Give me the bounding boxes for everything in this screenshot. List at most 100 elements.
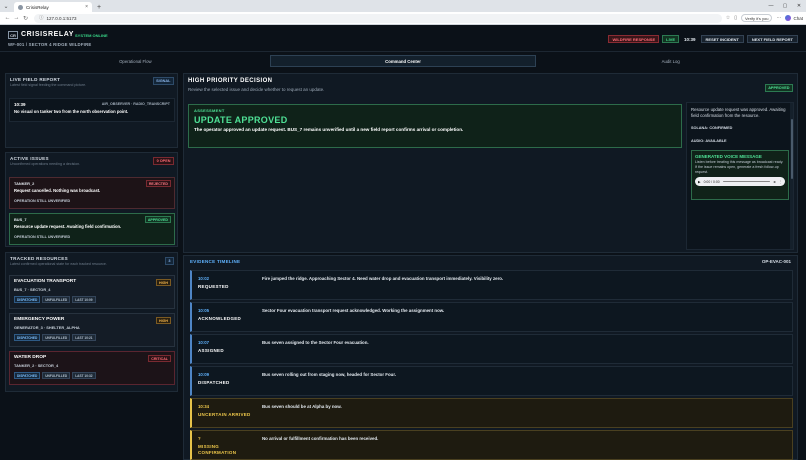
sidebar-icon[interactable]: ▯	[734, 15, 737, 21]
event-time: 10:07	[198, 340, 209, 345]
new-tab-icon[interactable]: +	[94, 2, 104, 12]
event-time: 10:34	[198, 404, 209, 409]
wildfire-badge: WILDFIRE RESPONSE	[608, 35, 660, 43]
favicon-icon	[18, 4, 23, 10]
resource-name: EVACUATION TRANSPORT	[14, 279, 77, 284]
minimize-icon[interactable]: —	[764, 0, 778, 12]
verify-label: Verify it's you	[745, 15, 769, 21]
player-menu-icon[interactable]: ⋮	[779, 180, 782, 184]
site-info-icon[interactable]: ⓘ	[39, 15, 44, 21]
detail-scrollbar[interactable]	[790, 103, 793, 249]
priority-badge: HIGH	[156, 279, 171, 286]
resource-card-power[interactable]: EMERGENCY POWER HIGH GENERATOR_3 · SHELT…	[9, 313, 175, 347]
tab-audit-log[interactable]: Audit Log	[538, 55, 803, 67]
timeline-event[interactable]: 10:09 DISPATCHED Bus seven rolling out fro…	[190, 366, 793, 396]
browser-tabstrip: ⌄ CrisisRelay × + — ▢ ✕	[0, 0, 806, 12]
reset-incident-button[interactable]: RESET INCIDENT	[700, 35, 744, 43]
issue-card-bus-7[interactable]: BUS_7 APPROVED Resource update request. …	[9, 213, 175, 245]
back-icon[interactable]: ←	[3, 15, 12, 21]
clock: 10:39	[684, 36, 696, 42]
decision-title: HIGH PRIORITY DECISION	[188, 78, 273, 84]
audio-progress-slider[interactable]	[722, 180, 771, 183]
tag-last: LAST 10:21	[72, 334, 96, 341]
event-time: 10:02	[198, 276, 209, 281]
volume-icon[interactable]: 🔊︎	[773, 180, 775, 184]
tag-dispatched: DISPATCHED	[14, 296, 41, 303]
resource-tags: DISPATCHED UNFULFILLED LAST 10:21	[14, 334, 170, 341]
tag-unfulfilled: UNFULFILLED	[42, 296, 71, 303]
tracked-resources-panel: TRACKED RESOURCES Latest confirmed opera…	[5, 252, 178, 392]
signal-badge: SIGNAL	[152, 77, 174, 85]
play-icon[interactable]: ▶	[698, 180, 701, 184]
timeline-title: EVIDENCE TIMELINE	[190, 259, 241, 264]
close-window-icon[interactable]: ✕	[792, 0, 806, 12]
event-text: Sector Four evacuation transport request…	[262, 308, 445, 313]
issue-footer: OPERATION STILL UNVERIFIED	[14, 199, 71, 203]
close-tab-icon[interactable]: ×	[85, 4, 88, 10]
browser-tab-title: CrisisRelay	[26, 4, 49, 10]
live-report-title: LIVE FIELD REPORT	[10, 77, 61, 82]
tab-command-center[interactable]: Command Center	[269, 55, 537, 67]
chat-button[interactable]: Chat	[785, 15, 803, 21]
tag-unfulfilled: UNFULFILLED	[42, 334, 71, 341]
issue-state-badge: APPROVED	[144, 216, 171, 223]
reload-icon[interactable]: ↻	[21, 15, 30, 22]
active-issues-subtitle: Unconfirmed operations needing a decisio…	[10, 162, 81, 166]
forward-icon[interactable]: →	[12, 15, 21, 21]
tag-dispatched: DISPATCHED	[14, 334, 41, 341]
tag-last: LAST 10:32	[72, 372, 96, 379]
issue-card-tanker-2[interactable]: TANKER_2 REJECTED Request cancelled. Not…	[9, 177, 175, 209]
resource-card-evacuation[interactable]: EVACUATION TRANSPORT HIGH BUS_7 · SECTOR…	[9, 275, 175, 309]
header-actions: WILDFIRE RESPONSE LIVE 10:39 RESET INCID…	[608, 35, 798, 43]
browser-tab[interactable]: CrisisRelay ×	[14, 2, 92, 12]
scrollbar-thumb[interactable]	[790, 119, 793, 179]
timeline-event[interactable]: 10:02 REQUESTED Fire jumped the ridge. App…	[190, 270, 793, 300]
timeline-event[interactable]: 10:05 ACKNOWLEDGED Sector Four evacuation …	[190, 302, 793, 332]
profile-verify-button[interactable]: Verify it's you	[741, 14, 773, 22]
resource-name: WATER DROP	[14, 355, 47, 360]
timeline-event[interactable]: ? MISSING CONFIRMATION No arrival or fulfi…	[190, 430, 793, 460]
approved-badge: APPROVED	[764, 84, 793, 92]
maximize-icon[interactable]: ▢	[778, 0, 792, 12]
issue-text: Resource update request. Awaiting field …	[14, 224, 122, 229]
chat-label: Chat	[793, 15, 803, 21]
resource-card-water-drop[interactable]: WATER DROP CRITICAL TANKER_2 · SECTOR_4 …	[9, 351, 175, 385]
event-text: Bus seven should be at Alpha by now.	[262, 404, 342, 409]
window-controls: — ▢ ✕	[764, 0, 806, 12]
timeline-event[interactable]: 10:34 UNCERTAIN ARRIVED Bus seven should b…	[190, 398, 793, 428]
more-menu-icon[interactable]: ⋯	[776, 15, 781, 21]
voice-title: GENERATED VOICE MESSAGE	[695, 154, 762, 160]
browser-toolbar: ← → ↻ ⓘ 127.0.0.1:5173 ☆ ▯ Verify it's y…	[0, 12, 806, 25]
tag-last: LAST 10:09	[72, 296, 96, 303]
audio-player: ▶ 0:00 / 0:00 🔊︎ ⋮	[695, 177, 785, 187]
decision-detail-pane[interactable]: Resource update request was approved. Aw…	[686, 102, 794, 250]
address-bar[interactable]: ⓘ 127.0.0.1:5173	[34, 13, 722, 23]
event-text: Bus seven assigned to the Sector Four ev…	[262, 340, 369, 345]
player-time: 0:00 / 0:00	[703, 179, 720, 184]
next-field-report-button[interactable]: NEXT FIELD REPORT	[746, 35, 798, 43]
event-time: 10:09	[198, 372, 209, 377]
event-stage: ACKNOWLEDGED	[198, 316, 242, 321]
bookmark-star-icon[interactable]: ☆	[726, 15, 730, 21]
resource-assignment: TANKER_2 · SECTOR_4	[14, 363, 59, 368]
live-field-report-panel: LIVE FIELD REPORT Latest field signal fe…	[5, 73, 178, 148]
tab-search-icon[interactable]: ⌄	[0, 0, 12, 12]
priority-badge: HIGH	[156, 317, 171, 324]
timeline-event[interactable]: 10:07 ASSIGNED Bus seven assigned to the S…	[190, 334, 793, 364]
event-stage: MISSING CONFIRMATION	[198, 444, 237, 456]
app-header: CR CRISISRELAY SYSTEM ONLINE WF-001 / SE…	[0, 26, 806, 52]
resource-name: EMERGENCY POWER	[14, 317, 65, 322]
issue-state-badge: REJECTED	[145, 180, 171, 187]
voice-message-card: GENERATED VOICE MESSAGE Listen before tr…	[691, 150, 789, 201]
live-report-subtitle: Latest field signal feeding the command …	[10, 83, 87, 87]
active-issues-title: ACTIVE ISSUES	[10, 156, 49, 161]
event-time: 10:05	[198, 308, 209, 313]
issue-text: Request cancelled. Nothing was broadcast…	[14, 188, 101, 193]
solana-status: SOLANA: CONFIRMED	[691, 126, 733, 131]
tab-operational-flow[interactable]: Operational Flow	[3, 55, 268, 67]
tracked-title: TRACKED RESOURCES	[10, 256, 68, 261]
event-stage: DISPATCHED	[198, 380, 230, 385]
priority-badge: CRITICAL	[148, 355, 171, 362]
live-report-entry[interactable]: 10:39 AIR_OBSERVER · RADIO_TRANSCRIPT No…	[9, 98, 175, 122]
app-root: CR CRISISRELAY SYSTEM ONLINE WF-001 / SE…	[0, 26, 806, 460]
